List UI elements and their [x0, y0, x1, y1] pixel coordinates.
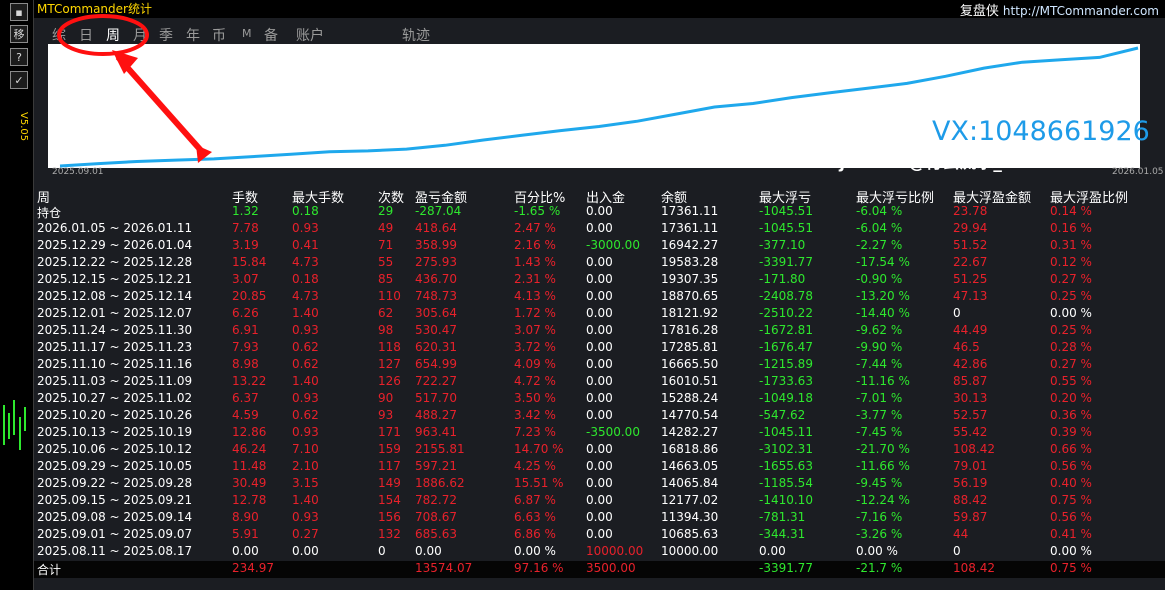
highlight-circle: [57, 14, 149, 56]
highlight-arrowhead: [112, 50, 138, 74]
arrow-tail-icon: [196, 145, 212, 163]
annotation-overlay: [57, 14, 212, 163]
highlight-arrow: [115, 55, 208, 157]
